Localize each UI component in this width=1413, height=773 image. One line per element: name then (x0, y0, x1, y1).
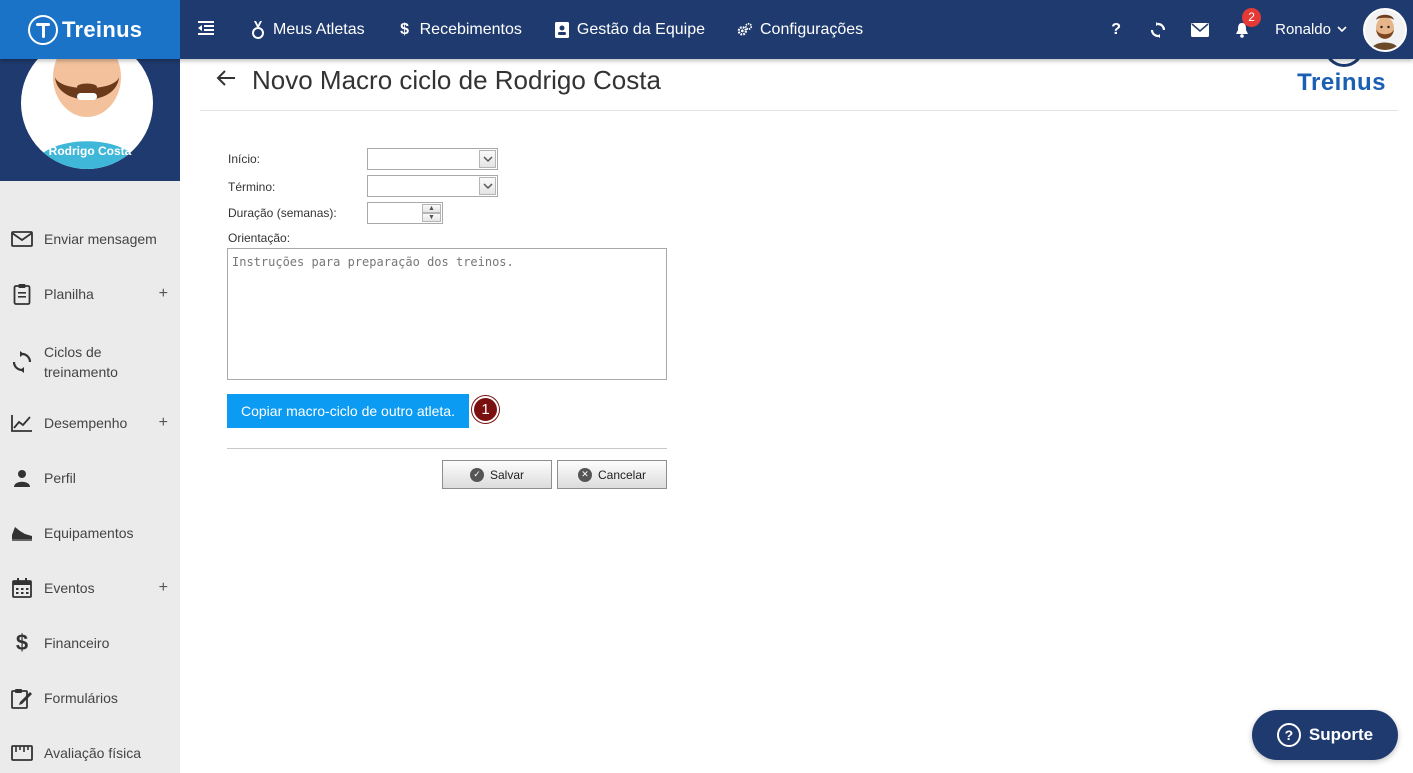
support-label: Suporte (1308, 725, 1374, 744)
save-button[interactable]: ✓ Salvar (442, 460, 552, 489)
chart-line-icon (10, 411, 34, 435)
envelope-icon[interactable] (1179, 22, 1221, 37)
envelope-icon (10, 227, 34, 251)
page-title: Novo Macro ciclo de Rodrigo Costa (252, 65, 661, 95)
corner-logo: Treinus (1297, 69, 1386, 96)
user-avatar[interactable] (1363, 7, 1407, 52)
cancel-button-label: Cancelar (597, 467, 647, 482)
brand-name: Treinus (62, 16, 143, 42)
orientacao-textarea[interactable] (227, 248, 667, 380)
check-circle-icon: ✓ (469, 467, 484, 482)
save-button-label: Salvar (489, 467, 524, 482)
bell-icon[interactable]: 2 (1221, 7, 1263, 38)
nav-label: Meus Atletas (273, 20, 365, 38)
sidebar-item-equipamentos[interactable]: Equipamentos (0, 521, 180, 545)
copy-macrocycle-button[interactable]: Copiar macro-ciclo de outro atleta. (227, 394, 469, 428)
sidebar-item-enviar-mensagem[interactable]: Enviar mensagem (0, 227, 180, 251)
sidebar-item-label: Equipamentos (44, 525, 134, 541)
step-number-badge: 1 (472, 396, 499, 423)
athlete-profile-card: Rodrigo Costa (0, 37, 180, 181)
chevron-down-icon[interactable] (479, 177, 496, 195)
cycle-icon (10, 350, 34, 374)
sidebar-item-label: Financeiro (44, 635, 110, 651)
menu-collapse-icon[interactable] (196, 18, 216, 38)
sidebar-item-label: Desempenho (44, 415, 128, 431)
nav-configuracoes[interactable]: Configurações (737, 21, 863, 39)
sidebar-item-label: Ciclos de treinamento (44, 344, 118, 380)
sidebar-item-ciclos-treinamento[interactable]: Ciclos de treinamento (0, 342, 180, 382)
plus-icon[interactable]: + (159, 579, 168, 597)
duracao-label: Duração (semanas): (228, 206, 337, 220)
plus-icon[interactable]: + (159, 414, 168, 432)
nav-recebimentos[interactable]: $ Recebimentos (397, 21, 522, 39)
sidebar-item-desempenho[interactable]: Desempenho + (0, 411, 180, 435)
shoe-icon (10, 521, 34, 545)
chevron-down-icon[interactable] (1337, 24, 1347, 36)
sidebar-item-financeiro[interactable]: $ Financeiro (0, 630, 180, 655)
sidebar-item-label: Avaliação física (44, 745, 142, 761)
sidebar-item-avaliacao-fisica[interactable]: Avaliação física (0, 741, 180, 765)
brand-logo[interactable]: Treinus (0, 0, 180, 59)
sidebar-item-label: Formulários (44, 690, 118, 706)
nav-label: Gestão da Equipe (576, 20, 705, 38)
chevron-down-icon[interactable] (479, 150, 496, 168)
duracao-spinner[interactable]: ▲ ▼ (367, 202, 443, 224)
sidebar-item-perfil[interactable]: Perfil (0, 466, 180, 490)
sidebar-item-label: Planilha (44, 286, 94, 302)
person-icon (10, 466, 34, 490)
form-divider (227, 448, 667, 449)
sidebar-item-formularios[interactable]: Formulários (0, 686, 180, 710)
dollar-icon: $ (400, 20, 410, 38)
inicio-label: Início: (228, 152, 261, 166)
main-nav: Meus Atletas $ Recebimentos Gestão da Eq… (250, 0, 895, 59)
support-button[interactable]: ? Suporte (1252, 710, 1398, 760)
termino-label: Término: (228, 180, 276, 194)
contact-card-icon (554, 21, 570, 39)
sidebar-item-label: Eventos (44, 580, 95, 596)
top-navbar: Treinus Meus Atletas $ Recebimentos Gest… (0, 0, 1413, 59)
spinner-down-icon[interactable]: ▼ (422, 213, 441, 222)
termino-date-picker[interactable] (367, 175, 498, 197)
sync-icon[interactable] (1137, 21, 1179, 38)
page-header: Novo Macro ciclo de Rodrigo Costa Treinu… (200, 37, 1398, 111)
athlete-name: Rodrigo Costa (48, 144, 132, 158)
nav-label: Recebimentos (419, 20, 522, 38)
dollar-icon: $ (15, 630, 29, 655)
gears-icon (737, 21, 753, 39)
sidebar: Rodrigo Costa Enviar mensagem Planilha +… (0, 37, 180, 773)
back-arrow-icon[interactable] (216, 67, 236, 93)
help-icon[interactable]: ? (1095, 21, 1137, 39)
nav-meus-atletas[interactable]: Meus Atletas (250, 20, 365, 39)
question-circle-icon: ? (1276, 723, 1301, 747)
sidebar-item-eventos[interactable]: Eventos + (0, 576, 180, 600)
medal-icon (250, 20, 266, 39)
inicio-date-picker[interactable] (367, 148, 498, 170)
user-name[interactable]: Ronaldo (1275, 21, 1331, 38)
orientacao-label: Orientação: (228, 231, 291, 245)
treinus-logo-icon (28, 14, 58, 45)
nav-gestao-equipe[interactable]: Gestão da Equipe (554, 21, 705, 39)
sidebar-item-label: Enviar mensagem (44, 231, 157, 247)
close-circle-icon: ✕ (577, 467, 592, 482)
edit-form-icon (10, 686, 34, 710)
sidebar-item-label: Perfil (44, 470, 76, 486)
spinner-up-icon[interactable]: ▲ (422, 204, 441, 213)
clipboard-icon (10, 282, 34, 306)
cancel-button[interactable]: ✕ Cancelar (557, 460, 667, 489)
calendar-icon (10, 576, 34, 600)
notification-count-badge: 2 (1242, 7, 1262, 27)
sidebar-item-planilha[interactable]: Planilha + (0, 282, 180, 306)
ruler-icon (10, 741, 34, 765)
nav-label: Configurações (759, 20, 864, 38)
plus-icon[interactable]: + (159, 285, 168, 303)
